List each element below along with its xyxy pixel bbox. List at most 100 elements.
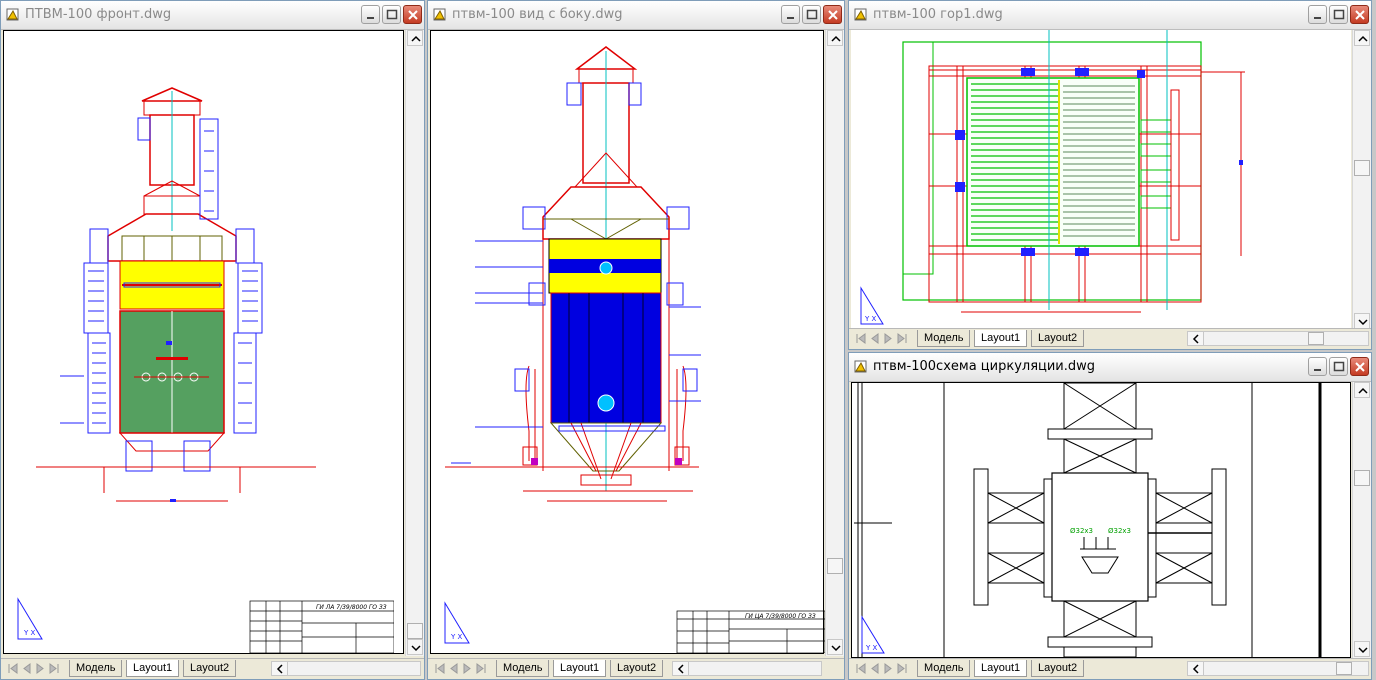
scroll-thumb[interactable] <box>827 558 843 574</box>
svg-text:Y X: Y X <box>23 629 36 637</box>
minimize-button[interactable] <box>361 5 380 24</box>
titlebar[interactable]: птвм-100 гор1.dwg <box>849 1 1371 30</box>
scroll-down-button[interactable] <box>827 639 843 655</box>
minimize-button[interactable] <box>1308 357 1327 376</box>
horizontal-scrollbar[interactable] <box>1187 331 1369 346</box>
h-scroll-thumb[interactable] <box>1336 662 1352 675</box>
tab-model[interactable]: Модель <box>496 660 550 677</box>
ucs-icon: Y X <box>444 601 470 644</box>
tab-layout2[interactable]: Layout2 <box>1031 330 1085 347</box>
tab-layout1[interactable]: Layout1 <box>974 660 1028 677</box>
window-title: птвм-100схема циркуляции.dwg <box>873 359 1096 374</box>
plan-view-drawing: Y X <box>860 30 1245 325</box>
tab-model[interactable]: Модель <box>917 330 971 347</box>
window-circulation[interactable]: птвм-100схема циркуляции.dwg Ø32х3 Ø32х3… <box>848 352 1372 680</box>
first-tab-icon[interactable] <box>855 332 866 345</box>
scroll-thumb[interactable] <box>407 623 423 639</box>
prev-tab-icon[interactable] <box>21 662 32 675</box>
tab-layout2[interactable]: Layout2 <box>183 660 237 677</box>
scroll-left-button[interactable] <box>673 662 689 675</box>
drawing-canvas[interactable]: Y X <box>851 30 1351 330</box>
drawing-canvas[interactable]: Ø32х3 Ø32х3 Y X <box>851 382 1351 658</box>
ucs-icon: Y X <box>860 286 884 325</box>
drawing-canvas[interactable]: Y X ГИ ЛА 7/39/8000 ГО ЗЗ <box>3 30 404 654</box>
minimize-button[interactable] <box>1308 5 1327 24</box>
vertical-scrollbar[interactable] <box>825 30 844 656</box>
prev-tab-icon[interactable] <box>869 332 880 345</box>
window-side[interactable]: птвм-100 вид с боку.dwg Y X ГИ ЦА 7/39/8… <box>427 0 845 680</box>
tab-layout1[interactable]: Layout1 <box>974 330 1028 347</box>
ucs-icon: Y X <box>17 597 43 640</box>
next-tab-icon[interactable] <box>883 662 894 675</box>
h-scroll-thumb[interactable] <box>1308 332 1324 345</box>
scroll-left-button[interactable] <box>1188 662 1204 675</box>
next-tab-icon[interactable] <box>883 332 894 345</box>
titlebar[interactable]: птвм-100 вид с боку.dwg <box>428 1 844 30</box>
scroll-left-button[interactable] <box>272 662 288 675</box>
front-view-drawing: Y X ГИ ЛА 7/39/8000 ГО ЗЗ <box>17 87 395 654</box>
scroll-up-button[interactable] <box>407 30 423 46</box>
window-title: ПТВМ-100 фронт.dwg <box>25 7 172 22</box>
last-tab-icon[interactable] <box>897 662 908 675</box>
tab-layout1[interactable]: Layout1 <box>126 660 180 677</box>
layout-tab-bar: Модель Layout1 Layout2 <box>428 658 844 679</box>
first-tab-icon[interactable] <box>855 662 866 675</box>
scroll-left-button[interactable] <box>1188 332 1204 345</box>
window-front[interactable]: ПТВМ-100 фронт.dwg Y X ГИ ЛА 7/39/8000 Г… <box>0 0 425 680</box>
layout-tab-bar: Модель Layout1 Layout2 <box>1 658 424 679</box>
scroll-up-button[interactable] <box>1354 30 1370 46</box>
last-tab-icon[interactable] <box>476 662 487 675</box>
dwg-file-icon <box>854 8 867 21</box>
close-button[interactable] <box>403 5 422 24</box>
dwg-file-icon <box>433 8 446 21</box>
vertical-scrollbar[interactable] <box>1352 30 1371 330</box>
svg-text:Y X: Y X <box>450 633 463 641</box>
next-tab-icon[interactable] <box>35 662 46 675</box>
tab-model[interactable]: Модель <box>69 660 123 677</box>
minimize-button[interactable] <box>781 5 800 24</box>
tab-layout2[interactable]: Layout2 <box>1031 660 1085 677</box>
dwg-file-icon <box>854 360 867 373</box>
maximize-button[interactable] <box>1329 5 1348 24</box>
first-tab-icon[interactable] <box>7 662 18 675</box>
scroll-down-button[interactable] <box>407 639 423 655</box>
close-button[interactable] <box>823 5 842 24</box>
horizontal-scrollbar[interactable] <box>1187 661 1369 676</box>
vertical-scrollbar[interactable] <box>1352 382 1371 658</box>
tab-layout1[interactable]: Layout1 <box>553 660 607 677</box>
last-tab-icon[interactable] <box>49 662 60 675</box>
titlebar[interactable]: птвм-100схема циркуляции.dwg <box>849 353 1371 382</box>
horizontal-scrollbar[interactable] <box>271 661 421 676</box>
first-tab-icon[interactable] <box>434 662 445 675</box>
scroll-down-button[interactable] <box>1354 641 1370 657</box>
drawing-canvas[interactable]: Y X ГИ ЦА 7/39/8000 ГО ЗЗ <box>430 30 826 654</box>
window-title: птвм-100 вид с боку.dwg <box>452 7 623 22</box>
ucs-icon: Y X <box>861 615 885 654</box>
dwg-file-icon <box>6 8 19 21</box>
next-tab-icon[interactable] <box>462 662 473 675</box>
prev-tab-icon[interactable] <box>448 662 459 675</box>
prev-tab-icon[interactable] <box>869 662 880 675</box>
close-button[interactable] <box>1350 5 1369 24</box>
scroll-up-button[interactable] <box>1354 382 1370 398</box>
last-tab-icon[interactable] <box>897 332 908 345</box>
maximize-button[interactable] <box>1329 357 1348 376</box>
scroll-thumb[interactable] <box>1354 470 1370 486</box>
maximize-button[interactable] <box>382 5 401 24</box>
stamp-code: ГИ ЛА 7/39/8000 ГО ЗЗ <box>316 604 387 611</box>
layout-tab-bar: Модель Layout1 Layout2 <box>849 328 1371 349</box>
svg-text:Y X: Y X <box>865 644 878 652</box>
window-title: птвм-100 гор1.dwg <box>873 7 1003 22</box>
vertical-scrollbar[interactable] <box>405 30 424 656</box>
titlebar[interactable]: ПТВМ-100 фронт.dwg <box>1 1 424 30</box>
close-button[interactable] <box>1350 357 1369 376</box>
horizontal-scrollbar[interactable] <box>672 661 822 676</box>
scroll-up-button[interactable] <box>827 30 843 46</box>
scroll-down-button[interactable] <box>1354 313 1370 329</box>
tab-layout2[interactable]: Layout2 <box>610 660 664 677</box>
window-plan[interactable]: птвм-100 гор1.dwg Y X Модель Layout1 Lay… <box>848 0 1372 350</box>
pipe-label-left: Ø32х3 <box>1070 527 1093 535</box>
scroll-thumb[interactable] <box>1354 160 1370 176</box>
tab-model[interactable]: Модель <box>917 660 971 677</box>
maximize-button[interactable] <box>802 5 821 24</box>
